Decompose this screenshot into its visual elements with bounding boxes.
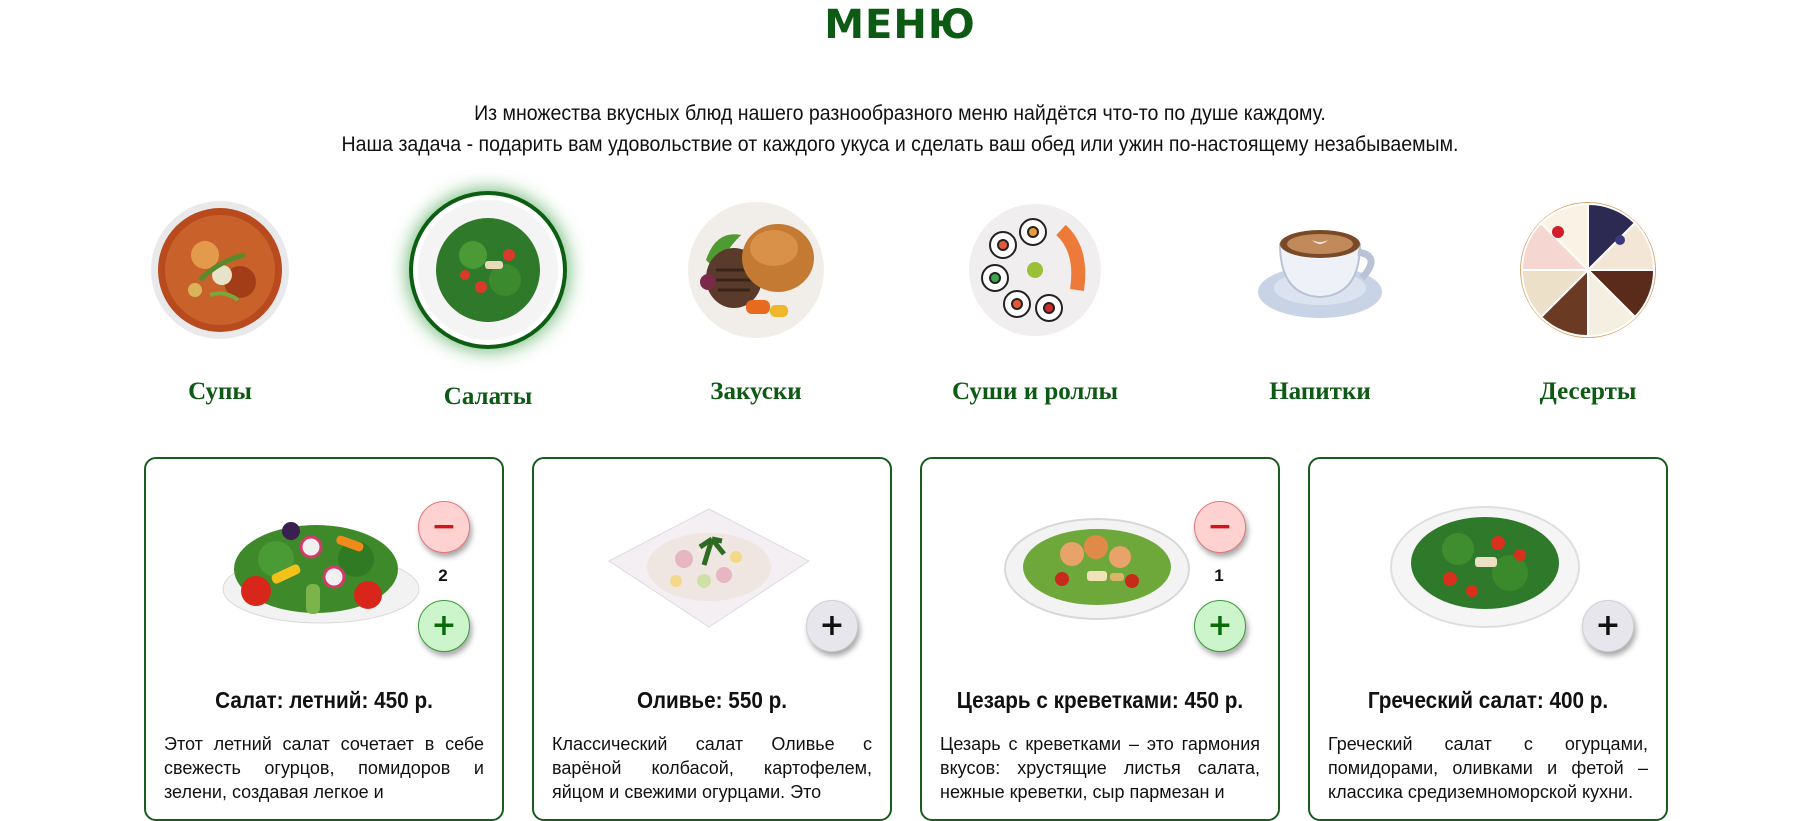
quantity-count: 1 bbox=[1214, 566, 1224, 585]
dish-card: − 1 + Цезарь с креветками: 450 р. Цезарь… bbox=[920, 457, 1280, 821]
dish-description: Цезарь с креветками – это гармония вкусо… bbox=[940, 734, 1260, 802]
dish-card: − 2 + Салат: летний: 450 р. Этот летний … bbox=[144, 457, 504, 821]
decrease-quantity-button[interactable]: − bbox=[418, 501, 470, 553]
page-title: МЕНЮ bbox=[824, 2, 976, 48]
caesar-shrimp-salad-image bbox=[992, 499, 1202, 629]
summer-salad-image bbox=[216, 499, 426, 629]
intro-text: Из множества вкусных блюд нашего разнооб… bbox=[63, 98, 1737, 160]
intro-line-1: Из множества вкусных блюд нашего разнооб… bbox=[474, 102, 1326, 125]
dish-name: Греческий салат: 400 р. bbox=[1367, 687, 1609, 713]
category-label: Супы bbox=[188, 378, 252, 405]
quantity-count: 2 bbox=[438, 566, 448, 585]
category-soups[interactable]: Супы bbox=[110, 200, 330, 406]
category-salads[interactable]: Салаты bbox=[378, 195, 598, 411]
dish-card: + Оливье: 550 р. Классический салат Олив… bbox=[532, 457, 892, 821]
dish-description: Этот летний салат сочетает в себе свежес… bbox=[164, 734, 484, 802]
dish-card: + Греческий салат: 400 р. Греческий сала… bbox=[1308, 457, 1668, 821]
salad-plate-image bbox=[413, 195, 563, 345]
decrease-quantity-button[interactable]: − bbox=[1194, 501, 1246, 553]
intro-line-2: Наша задача - подарить вам удовольствие … bbox=[341, 133, 1459, 156]
increase-quantity-button[interactable]: + bbox=[418, 600, 470, 652]
category-sushi[interactable]: Суши и роллы bbox=[925, 200, 1145, 406]
dish-description: Классический салат Оливье с варёной колб… bbox=[552, 734, 872, 802]
category-appetizers[interactable]: Закуски bbox=[646, 200, 866, 406]
category-drinks[interactable]: Напитки bbox=[1210, 200, 1430, 406]
dish-description: Греческий салат с огурцами, помидорами, … bbox=[1328, 734, 1648, 802]
sushi-plate-image bbox=[965, 200, 1105, 340]
category-label: Напитки bbox=[1269, 378, 1371, 405]
dish-name: Цезарь с креветками: 450 р. bbox=[956, 687, 1244, 713]
category-label: Закуски bbox=[710, 378, 802, 405]
dish-name: Салат: летний: 450 р. bbox=[215, 687, 433, 713]
increase-quantity-button[interactable]: + bbox=[806, 600, 858, 652]
cake-plate-image bbox=[1518, 200, 1658, 340]
category-label: Салаты bbox=[443, 383, 533, 410]
category-label: Десерты bbox=[1539, 378, 1637, 405]
increase-quantity-button[interactable]: + bbox=[1582, 600, 1634, 652]
soup-bowl-image bbox=[150, 200, 290, 340]
category-desserts[interactable]: Десерты bbox=[1478, 200, 1698, 406]
olivier-salad-image bbox=[604, 499, 814, 629]
dish-name: Оливье: 550 р. bbox=[636, 687, 787, 713]
coffee-cup-image bbox=[1250, 200, 1390, 340]
burger-plate-image bbox=[686, 200, 826, 340]
increase-quantity-button[interactable]: + bbox=[1194, 600, 1246, 652]
category-label: Суши и роллы bbox=[952, 378, 1118, 405]
greek-salad-image bbox=[1380, 499, 1590, 629]
